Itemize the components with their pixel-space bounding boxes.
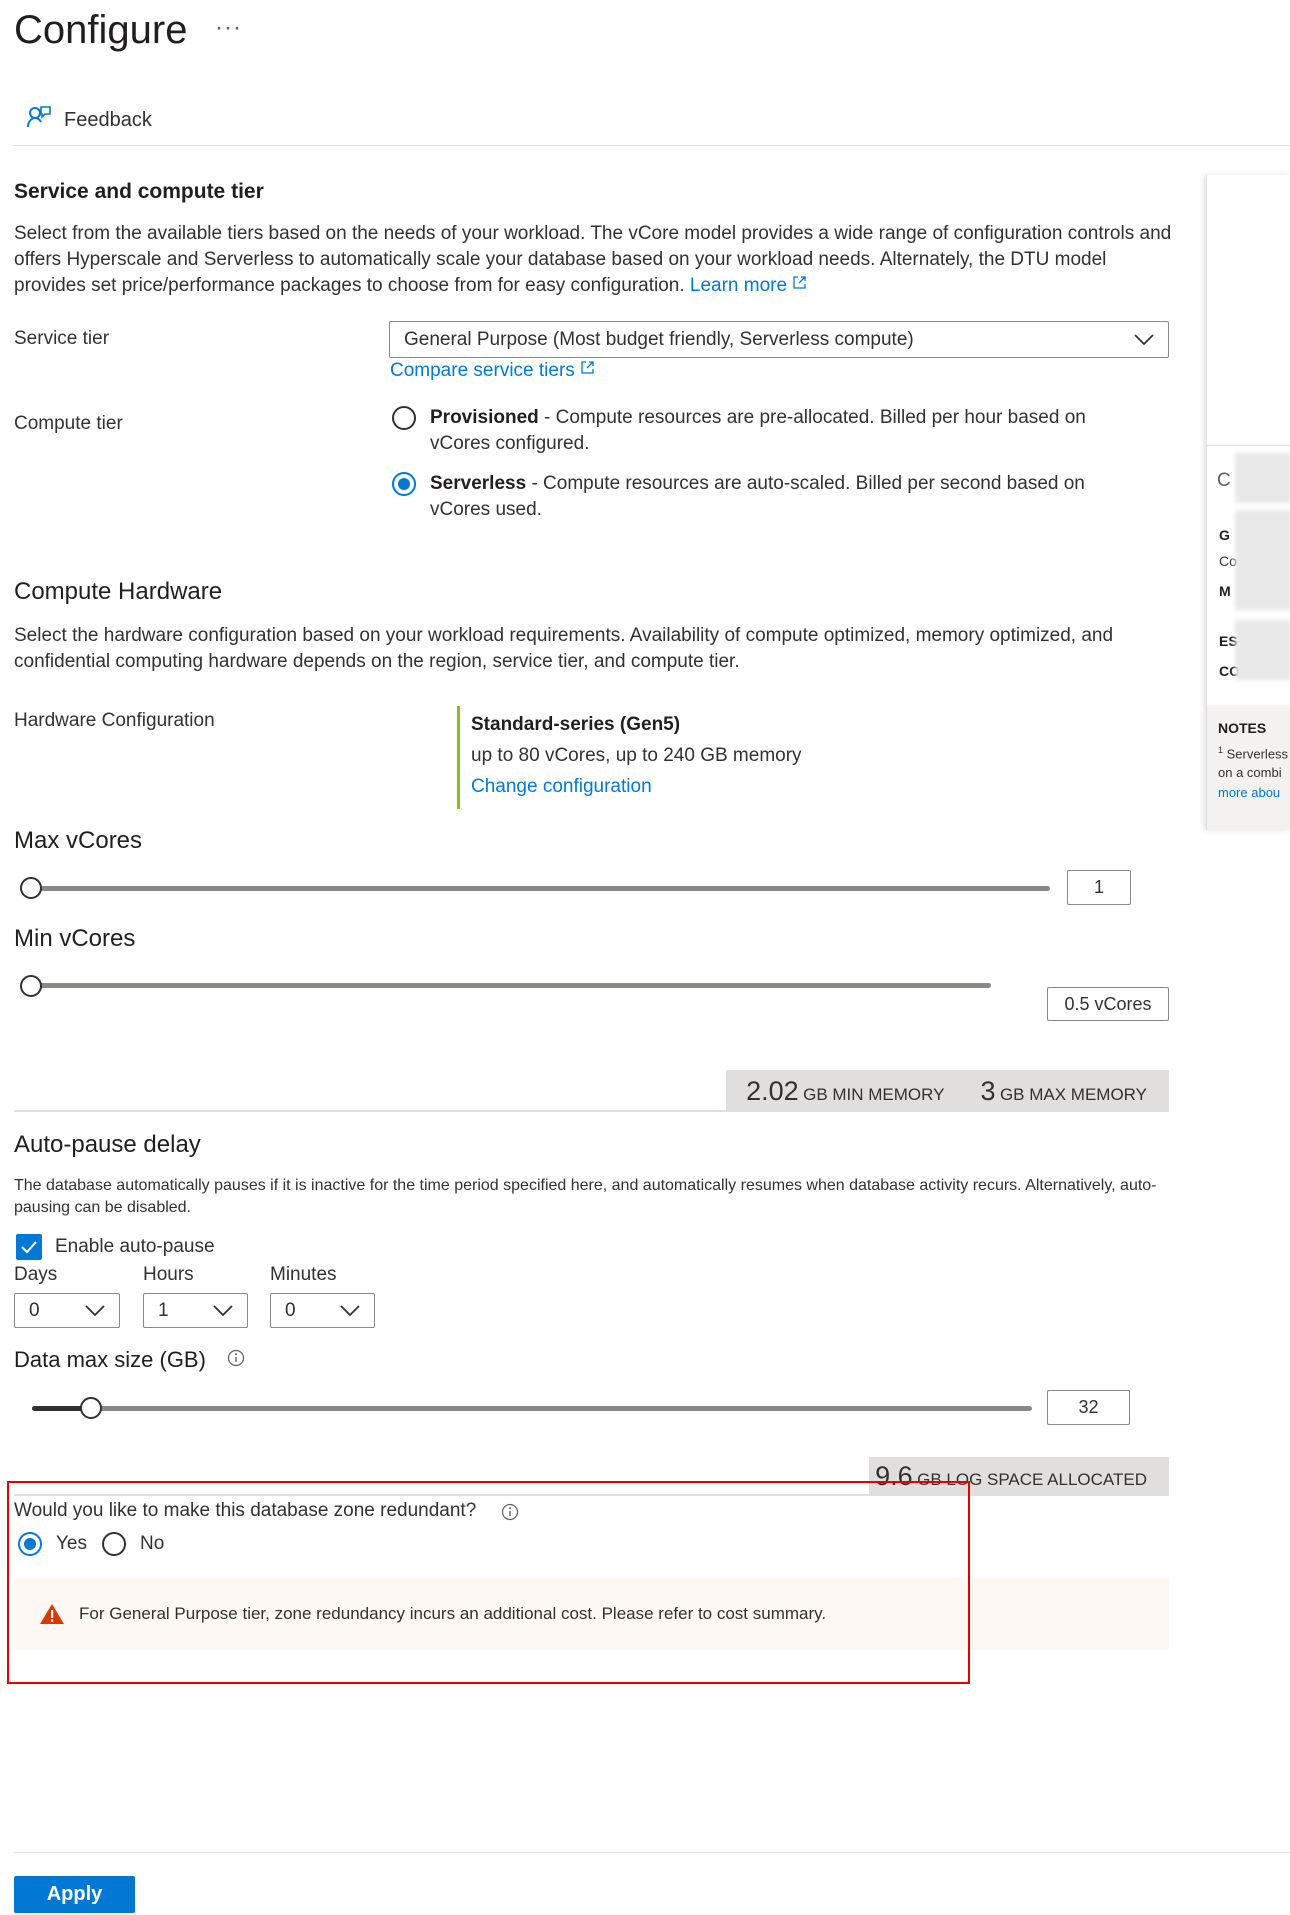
hours-value: 1 [158,1299,169,1321]
service-description: Select from the available tiers based on… [14,223,1172,296]
min-vcores-label: Min vCores [14,925,136,952]
service-tier-dropdown[interactable]: General Purpose (Most budget friendly, S… [389,321,1169,358]
chevron-down-icon [1134,333,1154,345]
auto-pause-description: The database automatically pauses if it … [14,1177,1157,1216]
notes-box: NOTES 1 Serverless on a combi more abou [1207,705,1290,830]
hardware-specs: up to 80 vCores, up to 240 GB memory [471,745,802,766]
external-link-icon [581,361,594,374]
data-size-input[interactable]: 32 [1047,1390,1130,1425]
serverless-radio[interactable] [392,472,416,496]
max-vcores-slider-track[interactable] [30,886,1050,891]
max-vcores-input[interactable]: 1 [1067,870,1131,905]
panel-blurred-value [1235,453,1290,503]
panel-fragment-g: G [1219,527,1230,543]
compute-hardware-heading: Compute Hardware [14,578,223,605]
minutes-value: 0 [285,1299,296,1321]
feedback-icon [26,104,52,136]
min-memory-value: 2.02 [746,1075,799,1106]
feedback-button[interactable]: Feedback [26,104,152,136]
cost-summary-panel: C G Co M ES CO NOTES 1 Serverless on a c… [1206,175,1290,830]
change-configuration-link[interactable]: Change configuration [471,776,652,798]
hardware-accent-bar [457,706,460,809]
chevron-down-icon [85,1304,105,1316]
chevron-down-icon [340,1304,360,1316]
hardware-series: Standard-series (Gen5) [471,714,681,735]
compare-service-tiers-link[interactable]: Compare service tiers [390,360,595,382]
hours-label: Hours [143,1264,194,1285]
apply-button[interactable]: Apply [14,1876,135,1913]
more-options-button[interactable]: ··· [215,14,242,42]
enable-auto-pause-checkbox[interactable] [16,1234,42,1260]
max-vcores-label: Max vCores [14,827,143,854]
auto-pause-heading: Auto-pause delay [14,1131,201,1158]
service-tier-label: Service tier [14,328,110,349]
learn-more-link[interactable]: Learn more [690,275,807,296]
panel-blurred-block [1235,510,1290,610]
min-vcores-slider-thumb[interactable] [20,975,42,997]
panel-divider [1207,445,1290,446]
compute-tier-label: Compute tier [14,413,123,434]
service-tier-value: General Purpose (Most budget friendly, S… [404,328,914,350]
footer-divider [14,1852,1290,1853]
notes-heading: NOTES [1218,720,1267,736]
toolbar-divider [14,145,1290,146]
max-memory-label: GB MAX MEMORY [999,1084,1147,1104]
data-size-slider-track[interactable] [32,1406,1032,1411]
minutes-label: Minutes [270,1264,337,1285]
page-title: Configure [14,8,188,52]
days-value: 0 [29,1299,40,1321]
days-dropdown[interactable]: 0 [14,1293,120,1328]
enable-auto-pause-label: Enable auto-pause [55,1236,215,1257]
serverless-option-text: Serverless - Compute resources are auto-… [430,473,1085,520]
panel-blurred-estimate [1235,620,1290,680]
max-vcores-slider-thumb[interactable] [20,877,42,899]
provisioned-option-text: Provisioned - Compute resources are pre-… [430,407,1086,454]
highlight-box [7,1481,970,1684]
minutes-dropdown[interactable]: 0 [270,1293,375,1328]
hours-dropdown[interactable]: 1 [143,1293,248,1328]
days-label: Days [14,1264,58,1285]
service-section-heading: Service and compute tier [14,180,264,203]
compute-hardware-description: Select the hardware configuration based … [14,625,1114,672]
external-link-icon [793,276,807,289]
max-memory-value: 3 [980,1075,996,1106]
checkmark-icon [21,1241,37,1254]
feedback-label: Feedback [64,108,152,131]
min-vcores-input[interactable]: 0.5 vCores [1047,987,1169,1021]
memory-summary: 2.02 GB MIN MEMORY 3 GB MAX MEMORY [726,1070,1169,1112]
data-max-size-label: Data max size (GB) [14,1347,206,1372]
chevron-down-icon [213,1304,233,1316]
panel-fragment-c: C [1217,470,1231,491]
hardware-configuration-label: Hardware Configuration [14,710,215,731]
data-size-slider-thumb[interactable] [80,1397,102,1419]
note-line-1: 1 Serverless [1218,745,1289,762]
min-vcores-slider-track[interactable] [30,983,991,988]
info-icon[interactable] [227,1349,245,1367]
provisioned-radio[interactable] [392,406,416,430]
min-memory-label: GB MIN MEMORY [803,1084,945,1104]
panel-fragment-m: M [1219,583,1231,599]
note-link[interactable]: more abou [1218,785,1280,800]
note-line-2: on a combi [1218,765,1282,780]
